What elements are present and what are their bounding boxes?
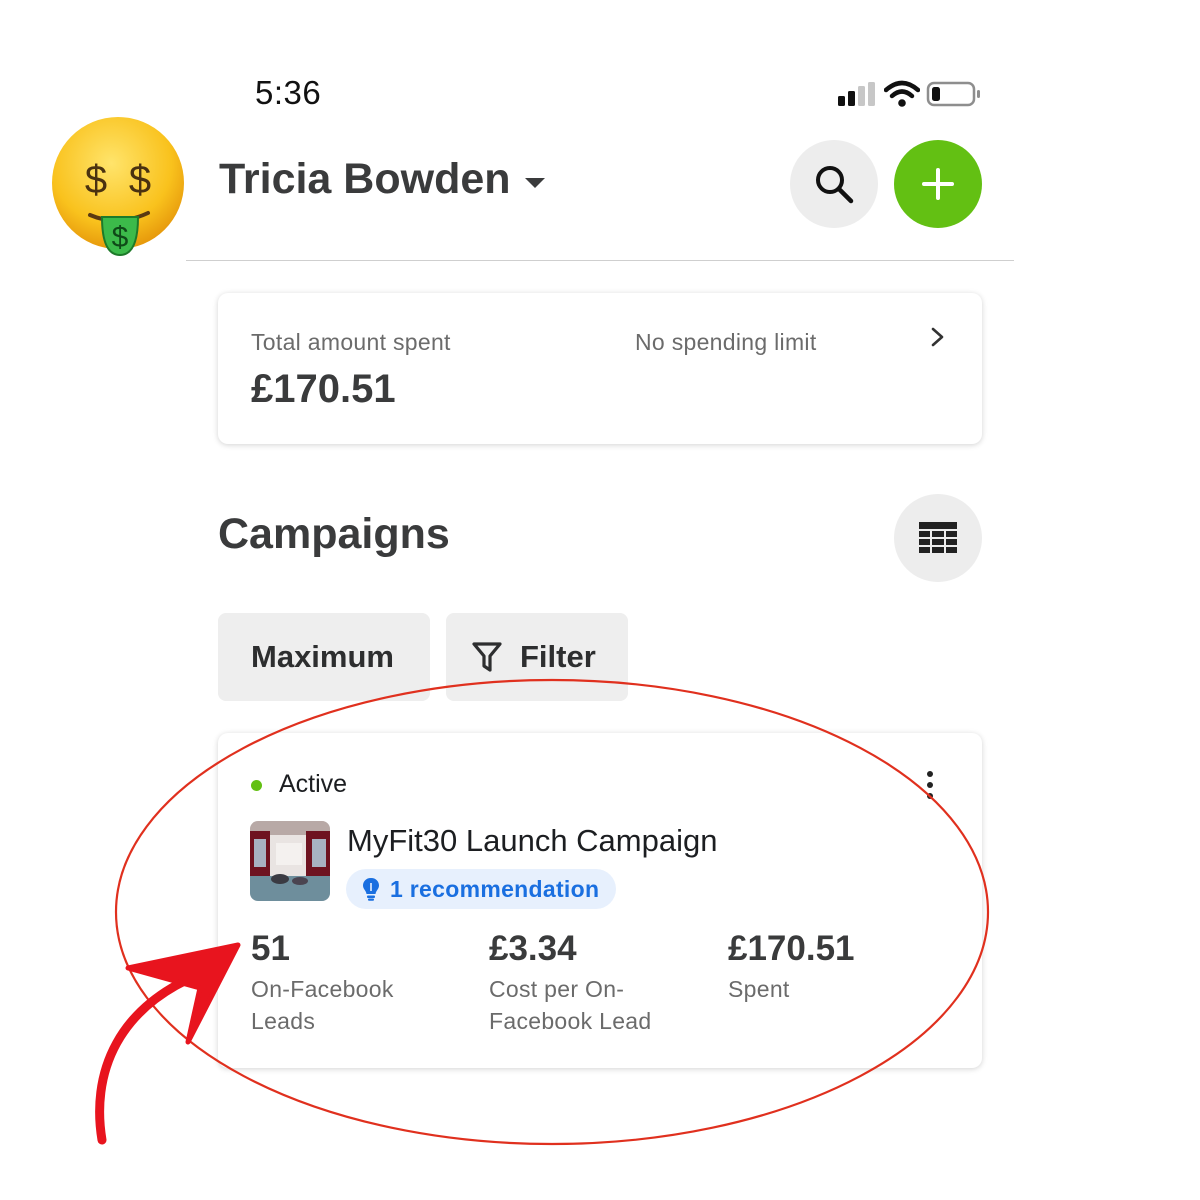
total-spent-label: Total amount spent <box>251 329 451 355</box>
wifi-icon <box>884 80 920 107</box>
campaigns-title: Campaigns <box>218 510 450 558</box>
spent-label: Spent <box>728 976 790 1002</box>
svg-text:$: $ <box>129 158 151 202</box>
campaign-card[interactable]: Active MyFit30 Launch Campaign 1 recomme… <box>218 733 982 1068</box>
cost-per-lead-value: £3.34 <box>489 929 577 968</box>
maximum-chip[interactable]: Maximum <box>218 613 430 701</box>
recommendation-badge[interactable]: 1 recommendation <box>346 869 617 909</box>
status-dot <box>251 780 262 791</box>
status-time: 5:36 <box>255 74 322 111</box>
create-button[interactable] <box>894 140 982 228</box>
campaign-name[interactable]: MyFit30 Launch Campaign <box>347 823 717 859</box>
money-mouth-face-icon: $ $ $ <box>52 117 184 257</box>
account-switcher[interactable]: Tricia Bowden <box>219 155 545 204</box>
more-options-icon[interactable] <box>924 770 936 800</box>
total-spent-value: £170.51 <box>251 367 396 411</box>
arrow-shaft <box>95 960 230 1145</box>
spending-limit-label: No spending limit <box>635 329 817 355</box>
account-name: Tricia Bowden <box>219 155 511 203</box>
search-icon <box>816 166 854 204</box>
plus-icon <box>922 168 954 200</box>
lightbulb-icon <box>363 878 379 901</box>
filter-funnel-icon <box>472 642 502 672</box>
table-view-button[interactable] <box>894 494 982 582</box>
search-button[interactable] <box>790 140 878 228</box>
chevron-right-icon <box>931 327 944 347</box>
header-divider <box>186 260 1014 261</box>
svg-text:$: $ <box>112 221 129 254</box>
svg-text:$: $ <box>85 158 107 202</box>
leads-value: 51 <box>251 929 290 968</box>
caret-down-icon <box>524 177 545 188</box>
spend-summary-card[interactable]: Total amount spent £170.51 No spending l… <box>218 293 982 444</box>
battery-low-icon <box>926 81 980 107</box>
filter-chip-label: Filter <box>520 639 596 674</box>
recommendation-label: 1 recommendation <box>390 875 600 902</box>
campaign-status: Active <box>279 770 348 798</box>
campaign-thumbnail <box>250 821 330 901</box>
spent-value: £170.51 <box>728 929 855 968</box>
cellular-signal-icon <box>838 82 875 106</box>
filter-chip[interactable]: Filter <box>446 613 628 701</box>
cost-per-lead-label: Cost per On- Facebook Lead <box>489 976 652 1034</box>
leads-label: On-Facebook Leads <box>251 976 394 1034</box>
maximum-chip-label: Maximum <box>251 639 394 674</box>
table-icon <box>919 522 957 553</box>
